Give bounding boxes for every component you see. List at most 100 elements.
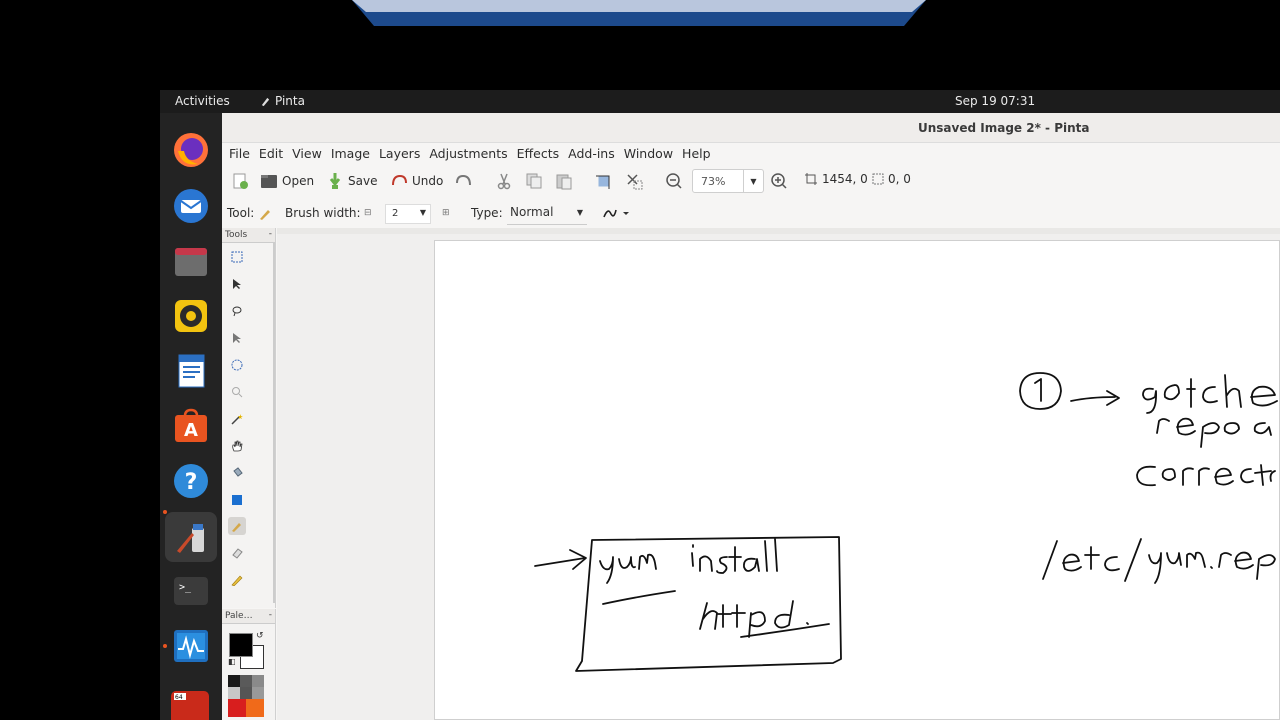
menu-image[interactable]: Image <box>331 143 370 165</box>
rectangle-select-icon[interactable] <box>228 248 246 266</box>
lasso-select-icon[interactable] <box>228 302 246 320</box>
tools-scrollbar[interactable] <box>273 243 275 603</box>
type-label: Type: <box>471 206 503 220</box>
cursor-position-value: 0, 0 <box>888 172 911 186</box>
firefox-icon[interactable] <box>171 130 211 170</box>
chevron-down-icon[interactable]: ▼ <box>577 208 583 217</box>
eraser-icon[interactable] <box>228 544 246 562</box>
copy-button[interactable] <box>525 172 543 190</box>
gradient-icon[interactable] <box>228 491 246 509</box>
panel-minimize-icon[interactable]: - <box>269 610 272 620</box>
help-icon[interactable]: ? <box>171 461 211 501</box>
app-menu[interactable]: Pinta <box>260 94 305 108</box>
menu-add-ins[interactable]: Add-ins <box>568 143 615 165</box>
pencil-icon[interactable] <box>228 571 246 589</box>
swap-colors-icon[interactable]: ↺ <box>256 631 264 641</box>
svg-text:?: ? <box>185 470 198 495</box>
palette-swatch[interactable] <box>252 687 264 699</box>
antialiasing-icon[interactable] <box>602 207 632 221</box>
open-label: Open <box>282 174 315 188</box>
image-size-icon <box>805 173 817 185</box>
increase-width-icon[interactable]: ⊞ <box>442 208 450 218</box>
menu-adjustments[interactable]: Adjustments <box>429 143 507 165</box>
cut-button[interactable] <box>495 172 513 190</box>
canvas-workspace[interactable] <box>277 228 1280 720</box>
chevron-down-icon[interactable]: ▼ <box>420 208 426 217</box>
system-monitor-icon[interactable] <box>171 626 211 666</box>
new-button[interactable] <box>231 172 249 190</box>
paintbrush-icon <box>260 210 270 220</box>
decrease-width-icon[interactable]: ⊟ <box>364 208 372 218</box>
open-button[interactable]: Open <box>260 172 314 190</box>
zoom-tool-icon[interactable] <box>228 383 246 401</box>
menu-effects[interactable]: Effects <box>517 143 560 165</box>
cut-icon <box>497 173 511 190</box>
zoom-out-button[interactable] <box>665 172 683 190</box>
palette-swatch[interactable] <box>228 699 246 717</box>
ellipse-select-icon[interactable] <box>228 356 246 374</box>
tools-panel-header: Tools - <box>222 228 275 243</box>
app-center-icon[interactable]: A <box>171 406 211 446</box>
menu-file[interactable]: File <box>229 143 250 165</box>
tool-options-bar: Tool: Brush width: ⊟ 2 ▼ ⊞ Type: Normal … <box>222 201 1280 227</box>
undo-label: Undo <box>412 174 444 188</box>
handwritten-drawing <box>534 372 1278 672</box>
menu-window[interactable]: Window <box>624 143 673 165</box>
paint-bucket-icon[interactable] <box>228 464 246 482</box>
workspace-top-edge <box>277 228 1280 234</box>
brush-width-input[interactable]: 2 ▼ <box>385 204 431 224</box>
paintbrush-tool-icon[interactable] <box>228 517 246 535</box>
redo-icon <box>456 174 471 186</box>
palette-swatch[interactable] <box>228 687 240 699</box>
writer-icon[interactable] <box>171 351 211 391</box>
tools-panel-title: Tools <box>225 230 248 240</box>
copy-icon <box>526 173 542 189</box>
open-folder-icon <box>261 175 277 188</box>
menu-help[interactable]: Help <box>682 143 711 165</box>
reset-colors-icon[interactable]: ◧ <box>228 657 236 666</box>
menu-layers[interactable]: Layers <box>379 143 420 165</box>
deselect-icon <box>627 174 643 190</box>
palette-swatch[interactable] <box>240 675 252 687</box>
palette-swatch[interactable] <box>246 699 264 717</box>
palette-swatch[interactable] <box>240 687 252 699</box>
activities-button[interactable]: Activities <box>175 94 230 108</box>
zoom-combobox[interactable]: 73% ▼ <box>692 169 764 193</box>
move-selection-icon[interactable] <box>228 329 246 347</box>
palette-panel-header: Pale… - <box>222 609 275 624</box>
terminal-icon[interactable]: >_ <box>171 571 211 611</box>
brush-type-select[interactable]: Normal ▼ <box>507 205 587 225</box>
pinta-window: Unsaved Image 2* - Pinta File Edit View … <box>222 113 1280 720</box>
palette-swatch[interactable] <box>228 675 240 687</box>
palette-panel-title: Pale… <box>225 611 253 621</box>
image-canvas[interactable] <box>434 240 1280 720</box>
thunderbird-icon[interactable] <box>171 186 211 226</box>
save-button[interactable]: Save <box>326 172 377 190</box>
magic-wand-icon[interactable] <box>228 410 246 428</box>
panel-minimize-icon[interactable]: - <box>269 229 272 239</box>
apps-icon[interactable]: 64 <box>171 685 211 720</box>
deselect-button[interactable] <box>625 172 643 190</box>
window-titlebar[interactable]: Unsaved Image 2* - Pinta <box>222 113 1280 143</box>
pan-hand-icon[interactable] <box>228 437 246 455</box>
zoom-in-button[interactable] <box>770 172 788 190</box>
menu-view[interactable]: View <box>292 143 322 165</box>
crop-button[interactable] <box>595 172 613 190</box>
menu-edit[interactable]: Edit <box>259 143 283 165</box>
redo-button[interactable] <box>455 172 473 190</box>
pinta-icon[interactable] <box>165 512 217 562</box>
primary-color-swatch[interactable] <box>229 633 253 657</box>
dock: A ? >_ 64 <box>160 113 222 720</box>
selection-size-icon <box>872 173 884 185</box>
move-selected-icon[interactable] <box>228 275 246 293</box>
clock[interactable]: Sep 19 07:31 <box>955 94 1035 108</box>
rhythmbox-icon[interactable] <box>171 296 211 336</box>
save-icon <box>329 173 341 189</box>
undo-button[interactable]: Undo <box>390 172 443 190</box>
palette-swatch[interactable] <box>252 675 264 687</box>
pinta-small-icon <box>261 97 270 106</box>
files-icon[interactable] <box>171 241 211 281</box>
paste-button[interactable] <box>555 172 573 190</box>
paste-icon <box>556 174 572 190</box>
chevron-down-icon[interactable]: ▼ <box>743 170 763 192</box>
